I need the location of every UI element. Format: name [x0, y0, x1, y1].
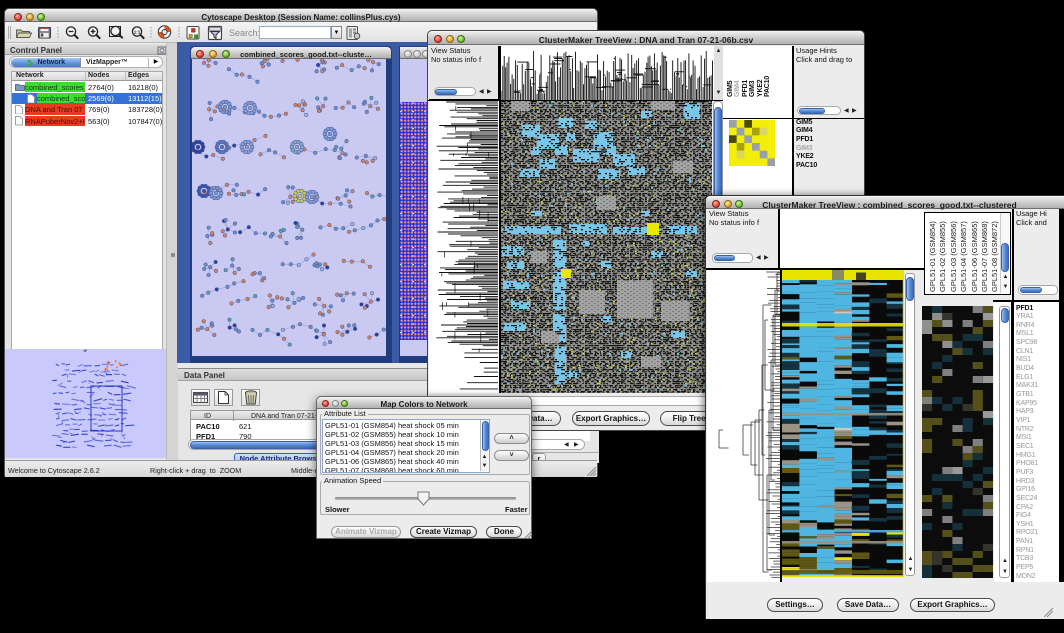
svg-text:1:1: 1:1 [134, 30, 141, 35]
